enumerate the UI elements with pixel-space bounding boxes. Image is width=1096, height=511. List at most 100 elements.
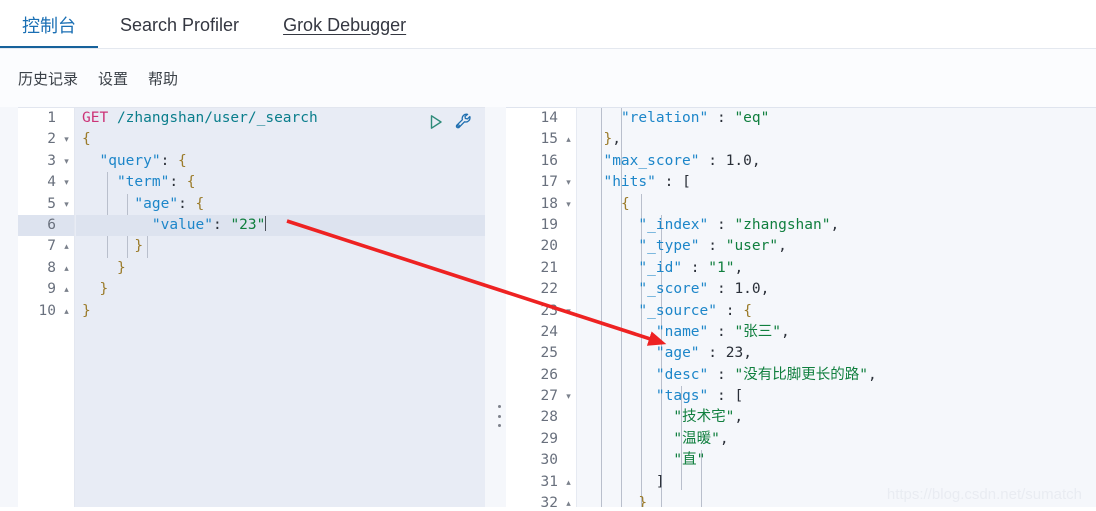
- request-code-area[interactable]: GET /zhangshan/user/_search{ "query": { …: [76, 108, 485, 511]
- line-number: 4: [47, 174, 56, 191]
- fold-toggle-icon[interactable]: ▾: [60, 194, 73, 215]
- fold-toggle-icon[interactable]: ▾: [60, 129, 73, 150]
- line-number: 16: [540, 152, 558, 169]
- code-line[interactable]: }: [76, 258, 485, 279]
- code-line[interactable]: {: [76, 129, 485, 150]
- tab-search-profiler[interactable]: Search Profiler: [98, 1, 261, 49]
- code-line[interactable]: "name" : "张三",: [578, 322, 1096, 343]
- line-number: 28: [540, 409, 558, 426]
- code-line[interactable]: "直": [578, 450, 1096, 471]
- line-number-row: 27 ▾: [506, 386, 576, 407]
- tab-console-label: 控制台: [22, 16, 76, 36]
- tab-grok-debugger[interactable]: Grok Debugger: [261, 1, 428, 49]
- line-number: 22: [540, 281, 558, 298]
- line-number: 18: [540, 195, 558, 212]
- code-line[interactable]: },: [578, 129, 1096, 150]
- line-number-row: 4 ▾: [18, 172, 74, 193]
- fold-toggle-icon[interactable]: ▾: [562, 301, 575, 322]
- line-number: 21: [540, 259, 558, 276]
- line-number-row: 26: [506, 365, 576, 386]
- fold-toggle-icon[interactable]: ▾: [562, 172, 575, 193]
- fold-toggle-icon[interactable]: ▴: [60, 258, 73, 279]
- line-number-row: 16: [506, 151, 576, 172]
- line-number: 6: [47, 216, 56, 233]
- line-number-row: 8 ▴: [18, 258, 74, 279]
- line-number-row: 7 ▴: [18, 236, 74, 257]
- line-number: 25: [540, 345, 558, 362]
- code-line[interactable]: "_id" : "1",: [578, 258, 1096, 279]
- fold-toggle-icon[interactable]: ▴: [60, 279, 73, 300]
- code-line[interactable]: "value": "23": [76, 214, 485, 237]
- line-number: 20: [540, 238, 558, 255]
- line-number-row: 18 ▾: [506, 194, 576, 215]
- code-line[interactable]: "age" : 23,: [578, 343, 1096, 364]
- code-line[interactable]: "_score" : 1.0,: [578, 279, 1096, 300]
- line-number-row: 15 ▴: [506, 129, 576, 150]
- code-line[interactable]: "max_score" : 1.0,: [578, 151, 1096, 172]
- code-line[interactable]: "_source" : {: [578, 301, 1096, 322]
- fold-toggle-icon[interactable]: ▴: [562, 472, 575, 493]
- line-number-row: 9 ▴: [18, 279, 74, 300]
- line-number: 5: [47, 195, 56, 212]
- line-number: 2: [47, 131, 56, 148]
- code-line[interactable]: "温暖",: [578, 429, 1096, 450]
- line-number-row: 22: [506, 279, 576, 300]
- code-line[interactable]: "_type" : "user",: [578, 236, 1096, 257]
- subnav-item-help[interactable]: 帮助: [148, 68, 178, 89]
- fold-toggle-icon[interactable]: ▾: [60, 151, 73, 172]
- code-line[interactable]: }: [76, 301, 485, 322]
- code-line[interactable]: "hits" : [: [578, 172, 1096, 193]
- response-code-area[interactable]: "relation" : "eq" }, "max_score" : 1.0, …: [578, 108, 1096, 511]
- request-editor-pane[interactable]: 1 2 ▾ 3 ▾ 4 ▾ 5 ▾ 6 7 ▴ 8 ▴ 9 ▴ 10 ▴ GET /zhangshan/user/…: [18, 107, 485, 511]
- line-number-row: 25: [506, 343, 576, 364]
- code-line[interactable]: "age": {: [76, 194, 485, 215]
- line-number: 15: [540, 131, 558, 148]
- code-line[interactable]: "relation" : "eq": [578, 108, 1096, 129]
- subnav-item-settings[interactable]: 设置: [98, 68, 128, 89]
- fold-toggle-icon[interactable]: ▾: [562, 194, 575, 215]
- code-line[interactable]: }: [76, 279, 485, 300]
- editor-panes: 1 2 ▾ 3 ▾ 4 ▾ 5 ▾ 6 7 ▴ 8 ▴ 9 ▴ 10 ▴ GET /zhangshan/user/…: [0, 107, 1096, 511]
- line-number-row: 5 ▾: [18, 194, 74, 215]
- watermark: https://blog.csdn.net/sumatch: [886, 486, 1082, 503]
- tab-console[interactable]: 控制台: [0, 1, 98, 49]
- line-number-row: 2 ▾: [18, 129, 74, 150]
- line-number: 8: [47, 259, 56, 276]
- line-number-row: 24: [506, 322, 576, 343]
- tab-search-profiler-label: Search Profiler: [120, 14, 240, 35]
- code-line[interactable]: "tags" : [: [578, 386, 1096, 407]
- console-app: 控制台 Search Profiler Grok Debugger 历史记录 设…: [0, 0, 1096, 511]
- line-number: 3: [47, 152, 56, 169]
- pane-resize-handle[interactable]: [494, 405, 504, 427]
- top-tab-bar: 控制台 Search Profiler Grok Debugger: [0, 0, 1096, 49]
- code-line[interactable]: "term": {: [76, 172, 485, 193]
- code-line[interactable]: "技术宅",: [578, 407, 1096, 428]
- line-number-row: 23 ▾: [506, 301, 576, 322]
- code-line[interactable]: {: [578, 194, 1096, 215]
- response-viewer-pane[interactable]: 14 15 ▴ 16 17 ▾ 18 ▾ 19 20 21 22 23 ▾ 24 25 26 27 ▾ 28 29 30 3…: [506, 107, 1096, 511]
- line-number-row: 20: [506, 236, 576, 257]
- fold-toggle-icon[interactable]: ▴: [60, 301, 73, 322]
- line-number-row: 3 ▾: [18, 151, 74, 172]
- line-number-row: 6: [18, 214, 74, 237]
- play-icon[interactable]: [427, 113, 445, 131]
- code-line[interactable]: }: [76, 236, 485, 257]
- fold-toggle-icon[interactable]: ▾: [562, 386, 575, 407]
- drag-dot: [497, 405, 501, 408]
- fold-toggle-icon[interactable]: ▴: [60, 236, 73, 257]
- fold-toggle-icon[interactable]: ▾: [60, 172, 73, 193]
- line-number: 1: [47, 110, 56, 126]
- line-number: 7: [47, 238, 56, 255]
- line-number: 23: [540, 302, 558, 319]
- wrench-icon[interactable]: [454, 112, 473, 131]
- subnav-item-history[interactable]: 历史记录: [18, 68, 78, 89]
- request-line-number-gutter: 1 2 ▾ 3 ▾ 4 ▾ 5 ▾ 6 7 ▴ 8 ▴ 9 ▴ 10 ▴: [18, 108, 75, 511]
- code-line[interactable]: GET /zhangshan/user/_search: [76, 108, 485, 129]
- line-number: 29: [540, 430, 558, 447]
- code-line[interactable]: "query": {: [76, 151, 485, 172]
- code-line[interactable]: "desc" : "没有比脚更长的路",: [578, 365, 1096, 386]
- line-number: 30: [540, 452, 558, 469]
- code-line[interactable]: "_index" : "zhangshan",: [578, 215, 1096, 236]
- fold-toggle-icon[interactable]: ▴: [562, 129, 575, 150]
- line-number: 9: [47, 281, 56, 298]
